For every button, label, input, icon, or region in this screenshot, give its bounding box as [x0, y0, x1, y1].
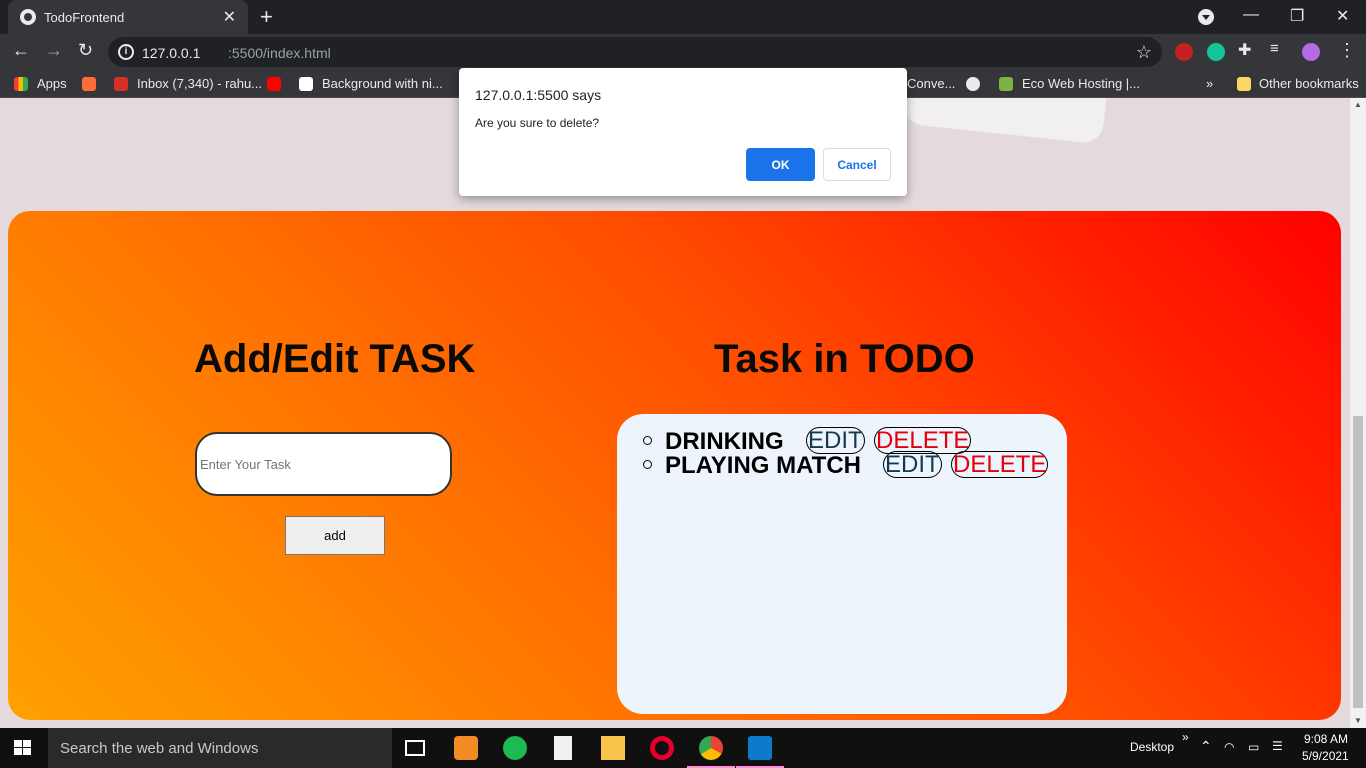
- gmail-icon: [114, 77, 128, 91]
- todo-panel: DRINKING EDIT DELETE PLAYING MATCH EDIT …: [617, 414, 1067, 714]
- xampp-icon[interactable]: [454, 736, 478, 760]
- edit-button[interactable]: EDIT: [806, 427, 865, 454]
- confirm-dialog: 127.0.0.1:5500 says Are you sure to dele…: [459, 68, 907, 196]
- extension-icon[interactable]: [1175, 43, 1193, 61]
- reload-icon[interactable]: ↻: [78, 40, 93, 61]
- address-bar[interactable]: i 127.0.0.1 :5500/index.html ☆: [108, 37, 1162, 67]
- delete-button[interactable]: DELETE: [874, 427, 972, 454]
- wifi-icon[interactable]: ◠: [1224, 740, 1234, 754]
- desktop-label[interactable]: Desktop: [1130, 740, 1174, 754]
- windows-start-icon[interactable]: [14, 740, 32, 756]
- url-path: :5500/index.html: [228, 45, 331, 61]
- spotify-icon[interactable]: [503, 736, 527, 760]
- file-explorer-icon[interactable]: [601, 736, 625, 760]
- minimize-icon[interactable]: —: [1243, 6, 1259, 24]
- bullet-icon: [643, 436, 652, 445]
- chrome-icon[interactable]: [699, 736, 723, 760]
- browser-toolbar: ← → ↻ i 127.0.0.1 :5500/index.html ☆ ✚ ≡…: [0, 34, 1366, 70]
- close-window-icon[interactable]: ✕: [1336, 6, 1349, 26]
- info-icon[interactable]: i: [118, 44, 134, 60]
- bookmark-eco-hosting[interactable]: Eco Web Hosting |...: [1022, 76, 1140, 91]
- bookmark-inbox[interactable]: Inbox (7,340) - rahu...: [137, 76, 262, 91]
- scroll-up-icon[interactable]: ▲: [1354, 100, 1362, 109]
- add-edit-heading: Add/Edit TASK: [194, 337, 476, 381]
- globe-icon[interactable]: [966, 77, 980, 91]
- bookmark-convert[interactable]: Conve...: [907, 76, 955, 91]
- scroll-down-icon[interactable]: ▼: [1354, 716, 1362, 725]
- forward-icon[interactable]: →: [45, 40, 63, 61]
- file-icon[interactable]: [554, 736, 572, 760]
- decorative-card: [902, 98, 1108, 145]
- tab-strip: TodoFrontend ✕ + — ❐ ✕: [0, 0, 1366, 34]
- delete-button[interactable]: DELETE: [951, 451, 1049, 478]
- menu-kebab-icon[interactable]: ⋮: [1338, 40, 1356, 61]
- bookmarks-overflow-icon[interactable]: »: [1206, 76, 1213, 91]
- ok-button[interactable]: OK: [746, 148, 815, 181]
- add-button[interactable]: add: [285, 516, 385, 555]
- windows-taskbar: Search the web and Windows Desktop » ⌃ ◠…: [0, 728, 1366, 768]
- chevron-icon[interactable]: »: [1182, 730, 1189, 744]
- battery-icon[interactable]: ▭: [1248, 740, 1259, 754]
- apps-grid-icon: [14, 77, 28, 91]
- eco-favicon: [999, 77, 1013, 91]
- bookmark-apps[interactable]: Apps: [37, 76, 67, 91]
- bookmark-star-icon[interactable]: ☆: [1136, 42, 1152, 63]
- youtube-icon[interactable]: [267, 77, 281, 91]
- cancel-button[interactable]: Cancel: [823, 148, 891, 181]
- task-list-heading: Task in TODO: [714, 337, 975, 381]
- profile-avatar[interactable]: [1302, 43, 1320, 61]
- taskbar-search[interactable]: Search the web and Windows: [48, 728, 392, 768]
- tab-title: TodoFrontend: [44, 10, 125, 25]
- tab-search-icon[interactable]: [1198, 9, 1214, 25]
- clock-date[interactable]: 5/9/2021: [1302, 749, 1349, 763]
- chevron-up-icon[interactable]: ⌃: [1200, 738, 1212, 755]
- vscode-icon[interactable]: [748, 736, 772, 760]
- task-text: PLAYING MATCH: [665, 452, 862, 479]
- taskbar-search-text: Search the web and Windows: [60, 740, 259, 757]
- clock-time[interactable]: 9:08 AM: [1304, 732, 1348, 746]
- bookmark-background[interactable]: Background with ni...: [322, 76, 443, 91]
- folder-icon: [1237, 77, 1251, 91]
- task-view-icon[interactable]: [405, 740, 425, 756]
- close-tab-icon[interactable]: ✕: [223, 7, 236, 27]
- dialog-title: 127.0.0.1:5500 says: [475, 87, 602, 103]
- todo-app-container: Add/Edit TASK Task in TODO add DRINKING …: [8, 211, 1341, 720]
- scroll-thumb[interactable]: [1353, 416, 1363, 708]
- other-bookmarks[interactable]: Other bookmarks: [1259, 76, 1359, 91]
- media-control-icon[interactable]: ≡: [1270, 40, 1279, 57]
- grammarly-icon[interactable]: [1207, 43, 1225, 61]
- postman-icon[interactable]: [82, 77, 96, 91]
- back-icon[interactable]: ←: [12, 40, 30, 61]
- task-input[interactable]: [195, 432, 452, 496]
- opera-icon[interactable]: [650, 736, 674, 760]
- site-favicon: [299, 77, 313, 91]
- new-tab-button[interactable]: +: [260, 4, 273, 30]
- url-host: 127.0.0.1: [142, 45, 201, 61]
- restore-icon[interactable]: ❐: [1290, 6, 1304, 26]
- browser-tab[interactable]: TodoFrontend ✕: [8, 0, 248, 34]
- page-scrollbar[interactable]: ▲ ▼: [1350, 98, 1366, 728]
- edit-button[interactable]: EDIT: [883, 451, 942, 478]
- bullet-icon: [643, 460, 652, 469]
- dialog-message: Are you sure to delete?: [475, 116, 600, 130]
- globe-icon: [20, 9, 36, 25]
- notification-icon[interactable]: ☰: [1272, 739, 1283, 753]
- extensions-puzzle-icon[interactable]: ✚: [1238, 40, 1251, 60]
